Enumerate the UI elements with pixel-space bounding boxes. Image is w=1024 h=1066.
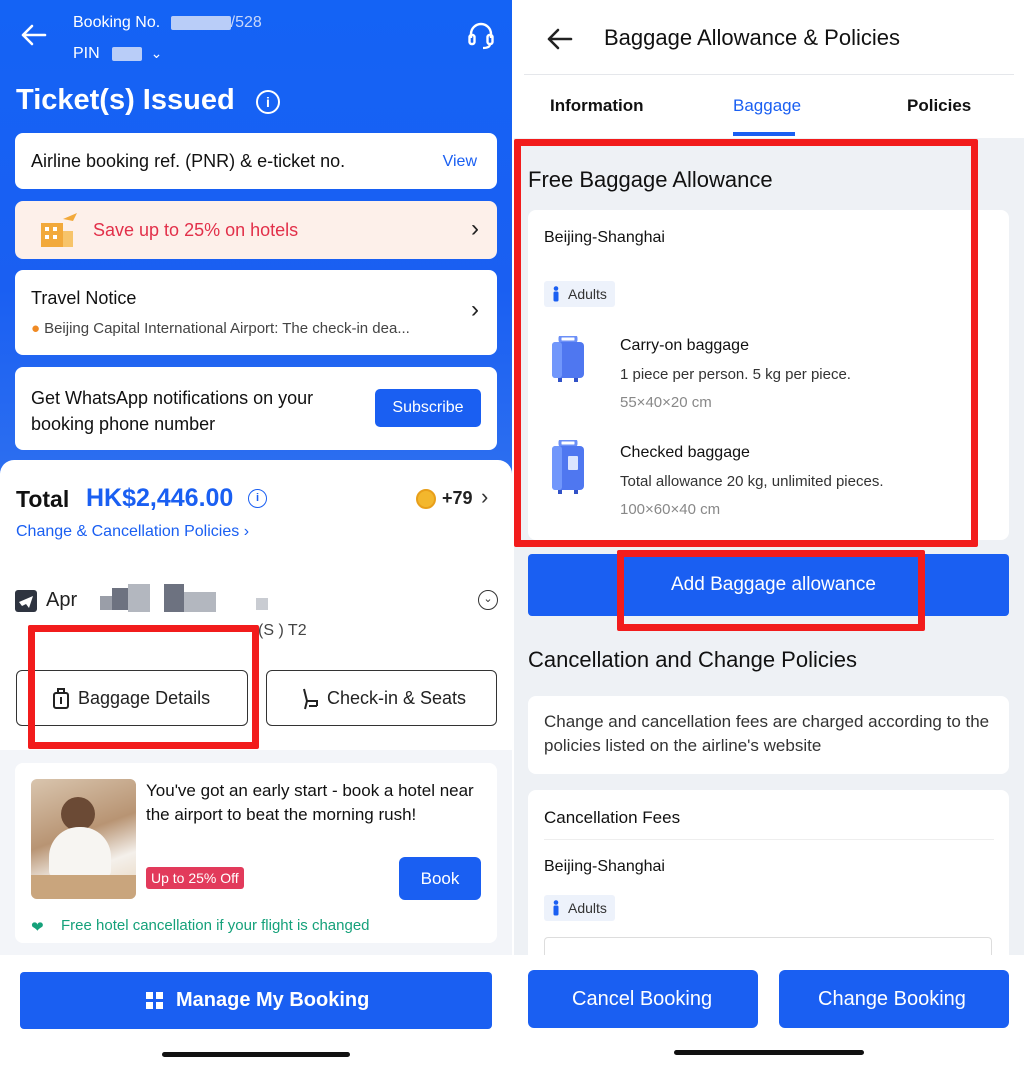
checkin-seats-label: Check-in & Seats (327, 688, 467, 708)
bullet-icon: ● (31, 320, 41, 337)
manage-booking-label: Manage My Booking (176, 989, 370, 1011)
booking-number: Booking No. /528 (73, 14, 262, 32)
terminal-text: (S ) T2 (258, 622, 307, 639)
person-figure (49, 827, 111, 877)
book-button[interactable]: Book (399, 857, 481, 900)
page-header: Baggage Allowance & Policies Information… (514, 0, 1024, 138)
policy-link-text: Change & Cancellation Policies (16, 523, 240, 540)
cancel-booking-label: Cancel Booking (572, 988, 713, 1010)
heart-icon: ❤ (31, 919, 44, 936)
home-indicator (674, 1050, 864, 1055)
chevron-right-icon[interactable]: › (481, 484, 488, 510)
coin-icon (416, 489, 436, 509)
passenger-badge: Adults (544, 895, 615, 921)
highlight-box (28, 625, 259, 749)
masked-flight-info (184, 592, 216, 612)
whatsapp-text: Get WhatsApp notifications on your booki… (31, 388, 314, 434)
booking-number-suffix: /528 (230, 14, 262, 31)
baggage-policies-screen: Baggage Allowance & Policies Information… (514, 0, 1024, 1066)
booking-header: Booking No. /528 PIN ⌄ Ticket(s) Issued … (0, 0, 512, 480)
chevron-down-icon[interactable]: ⌄ (478, 590, 498, 610)
info-icon[interactable]: i (248, 489, 267, 508)
cancellation-note: Change and cancellation fees are charged… (544, 712, 990, 755)
booking-detail-screen: Booking No. /528 PIN ⌄ Ticket(s) Issued … (0, 0, 512, 1066)
highlight-box (617, 550, 925, 631)
tab-policies[interactable]: Policies (907, 96, 971, 116)
view-link[interactable]: View (443, 153, 477, 171)
passenger-label: Adults (568, 900, 607, 916)
hotel-promo-text: Save up to 25% on hotels (93, 220, 299, 240)
chevron-right-icon: › (471, 215, 479, 242)
travel-notice-card[interactable]: Travel Notice ● Beijing Capital Internati… (15, 270, 497, 355)
manage-booking-button[interactable]: Manage My Booking (20, 972, 492, 1029)
chevron-down-icon: ⌄ (150, 45, 163, 61)
home-indicator (162, 1052, 350, 1057)
hotel-offer-image (31, 779, 136, 899)
info-icon[interactable]: i (256, 90, 280, 114)
masked-pin (112, 46, 143, 61)
back-arrow-icon[interactable] (544, 24, 574, 54)
booking-number-label: Booking No. (73, 14, 161, 31)
points-value[interactable]: +79 (442, 488, 473, 509)
whatsapp-card: Get WhatsApp notifications on your booki… (15, 367, 497, 450)
page-title: Baggage Allowance & Policies (604, 25, 900, 50)
grid-icon (146, 992, 163, 1009)
back-arrow-icon[interactable] (18, 20, 48, 50)
cancellation-note-card: Change and cancellation fees are charged… (528, 696, 1009, 774)
policy-link[interactable]: Change & Cancellation Policies › (16, 523, 249, 541)
free-cancellation-text: Free hotel cancellation if your flight i… (61, 917, 370, 934)
pnr-card[interactable]: Airline booking ref. (PNR) & e-ticket no… (15, 133, 497, 189)
total-value: HK$2,446.00 (86, 484, 234, 512)
pnr-text: Airline booking ref. (PNR) & e-ticket no… (31, 151, 346, 171)
headset-icon[interactable] (466, 20, 496, 50)
masked-flight-info (112, 588, 128, 610)
seat-icon (303, 688, 318, 710)
cancellation-title: Cancellation and Change Policies (528, 647, 857, 672)
hotel-promo-banner[interactable]: Save up to 25% on hotels › (15, 201, 497, 259)
plane-icon (15, 590, 37, 612)
masked-flight-info (128, 584, 150, 612)
pin-row[interactable]: PIN ⌄ (73, 45, 162, 63)
discount-badge: Up to 25% Off (146, 867, 244, 889)
hotel-icon (41, 213, 77, 247)
route-text: Beijing-Shanghai (544, 858, 665, 875)
pin-label: PIN (73, 45, 100, 62)
breakfast-table (31, 875, 136, 899)
hotel-offer-text: You've got an early start - book a hotel… (146, 781, 474, 824)
travel-notice-title: Travel Notice (31, 288, 137, 308)
travel-notice-body: Beijing Capital International Airport: T… (44, 320, 410, 337)
cancellation-fees-title: Cancellation Fees (544, 808, 681, 827)
masked-booking-number (170, 15, 231, 30)
masked-flight-info (256, 598, 268, 610)
travel-notice-text: ● Beijing Capital International Airport: … (31, 320, 410, 337)
highlight-box (514, 139, 978, 547)
person-icon (553, 900, 559, 916)
change-booking-button[interactable]: Change Booking (779, 970, 1009, 1028)
masked-flight-info (100, 596, 112, 610)
active-tab-indicator (733, 132, 795, 136)
tab-baggage[interactable]: Baggage (733, 96, 801, 116)
total-label: Total (16, 486, 70, 512)
header-divider (524, 74, 1014, 75)
subscribe-button[interactable]: Subscribe (375, 389, 481, 427)
flight-date: Apr (46, 589, 78, 611)
person-figure (61, 797, 95, 831)
chevron-right-icon: › (471, 296, 479, 323)
checkin-seats-button[interactable]: Check-in & Seats (266, 670, 497, 726)
tab-information[interactable]: Information (550, 96, 644, 116)
page-title: Ticket(s) Issued (16, 84, 235, 116)
hotel-offer-card[interactable]: You've got an early start - book a hotel… (15, 763, 497, 943)
divider (544, 839, 994, 840)
chevron-right-icon: › (243, 523, 250, 540)
cancel-booking-button[interactable]: Cancel Booking (528, 970, 758, 1028)
change-booking-label: Change Booking (818, 988, 966, 1010)
masked-flight-info (164, 584, 184, 612)
